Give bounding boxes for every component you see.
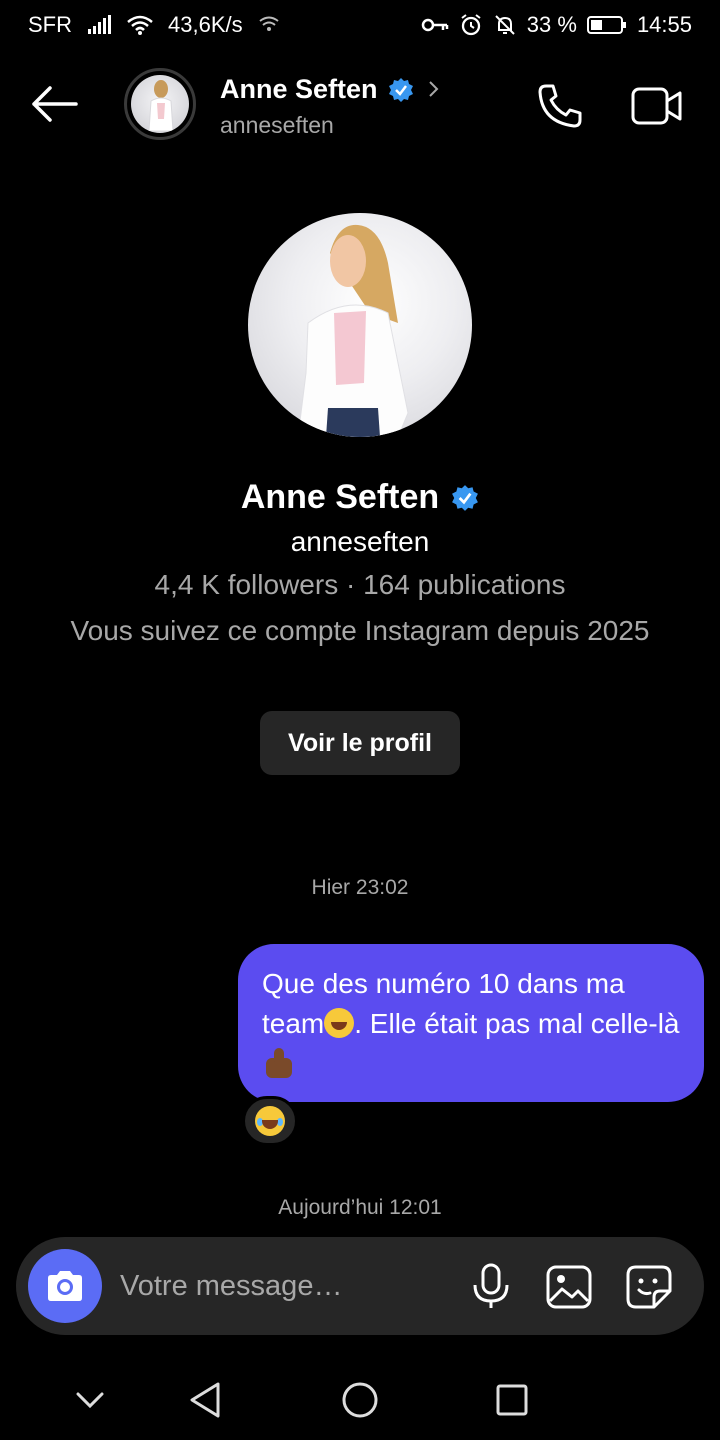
nav-back-button[interactable] [182,1376,230,1424]
chat-header: Anne Seften anneseften [0,60,720,150]
nav-home-icon [342,1382,378,1418]
nav-collapse-icon [76,1392,104,1409]
message-text-part2: . Elle était pas mal celle-là [354,1008,680,1039]
wifi-icon [127,15,153,35]
nav-home-button[interactable] [336,1376,384,1424]
nav-recents-button[interactable] [488,1376,536,1424]
back-arrow-icon [32,86,78,122]
profile-name-text: Anne Seften [240,478,440,516]
sticker-button[interactable] [624,1263,674,1311]
header-username[interactable]: anneseften [220,112,334,139]
alarm-icon [461,14,481,36]
sent-message-bubble[interactable]: Que des numéro 10 dans ma team. Elle éta… [238,944,704,1102]
header-avatar[interactable] [124,68,196,140]
nav-back-icon [190,1382,220,1418]
back-button[interactable] [28,82,82,126]
chevron-right-icon[interactable] [426,78,442,100]
today-timestamp: Aujourd’hui 12:01 [278,1196,442,1219]
camera-icon [48,1271,82,1301]
profile-username: anneseften [290,526,430,557]
view-profile-button[interactable]: Voir le profil [260,711,460,775]
follow-since-text: Vous suivez ce compte Instagram depuis 2… [70,615,650,646]
verified-icon [452,484,479,511]
network-speed: 43,6K/s [168,12,243,37]
video-call-button[interactable] [630,84,684,128]
profile-name: Anne Seften [0,478,720,517]
header-name-text: Anne Seften [220,74,378,104]
sticker-icon [626,1265,672,1309]
signal-icon [88,15,111,34]
verified-icon [388,77,413,102]
video-icon [631,87,682,125]
hotspot-icon [258,16,279,31]
message-reaction[interactable] [242,1096,298,1146]
nav-collapse-button[interactable] [66,1376,114,1424]
mic-icon [473,1263,509,1308]
profile-photo [297,224,409,437]
status-bar: SFR 43,6K/s 33 % 14:55 [0,0,720,50]
thumbs-up-emoji [262,1048,296,1078]
message-input[interactable] [120,1259,450,1313]
gallery-icon [546,1265,592,1309]
carrier-label: SFR [28,12,72,37]
mic-button[interactable] [466,1261,516,1311]
status-left: SFR 43,6K/s [28,12,281,38]
key-icon [421,18,449,32]
phone-icon [538,84,582,128]
avatar-photo [131,75,189,133]
message-composer [16,1237,704,1335]
gallery-button[interactable] [544,1263,594,1311]
camera-button[interactable] [28,1249,102,1323]
call-button[interactable] [536,82,584,130]
bell-off-icon [495,15,515,35]
status-right: 33 % 14:55 [421,12,692,38]
message-timestamp: Hier 23:02 [311,876,409,899]
profile-picture[interactable] [248,213,472,437]
header-name[interactable]: Anne Seften [220,74,414,105]
rolling-laughing-emoji [324,1008,355,1038]
clock: 14:55 [636,12,692,37]
battery-percent: 33 % [526,12,577,37]
tears-of-joy-emoji [255,1106,285,1136]
profile-stats: 4,4 K followers · 164 publications [154,569,566,600]
nav-recents-icon [496,1384,528,1416]
battery-icon [586,16,626,34]
system-nav-bar [0,1360,720,1440]
